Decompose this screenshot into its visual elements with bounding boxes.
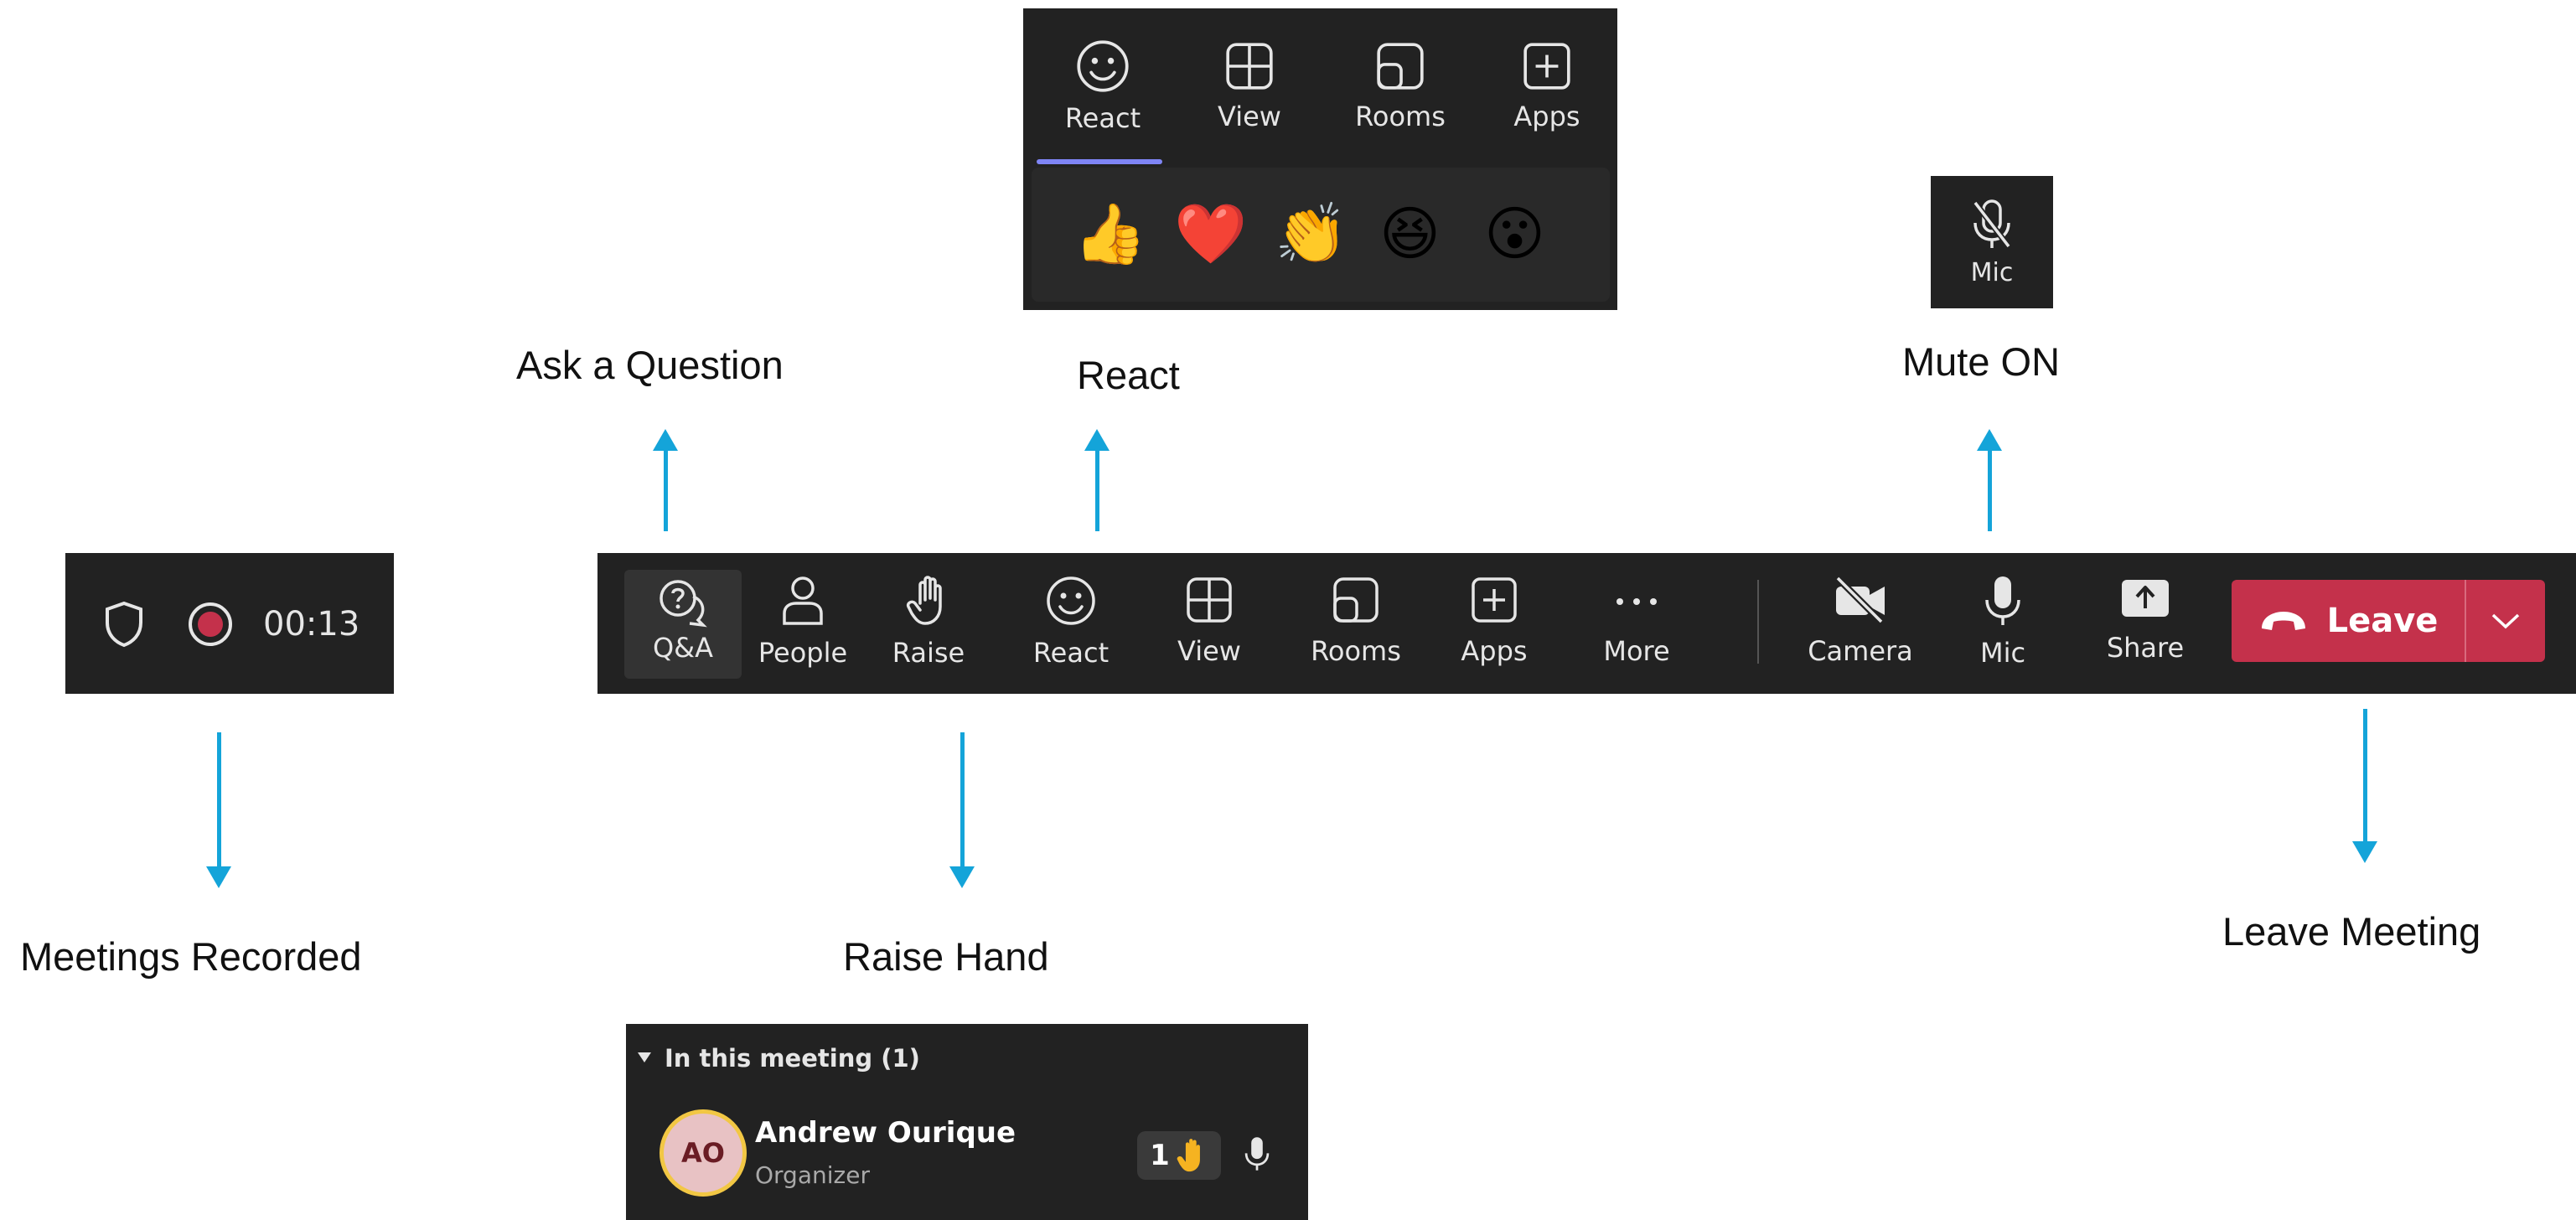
mic-off-icon xyxy=(1973,199,2011,249)
caret-down-icon[interactable] xyxy=(636,1051,653,1064)
emoji-surprised[interactable]: 😮 xyxy=(1484,204,1545,263)
leave-button-group: Leave xyxy=(2232,580,2545,662)
leave-button[interactable]: Leave xyxy=(2232,580,2465,662)
toolbar-people-button[interactable]: People xyxy=(748,553,857,694)
avatar: AO xyxy=(660,1109,747,1197)
emoji-clap[interactable]: 👏 xyxy=(1275,204,1347,263)
mic-icon xyxy=(1985,576,2020,625)
toolbar-camera-button[interactable]: Camera xyxy=(1798,553,1923,694)
rooms-icon xyxy=(1333,577,1379,623)
toolbar-label: React xyxy=(1032,637,1110,669)
label-ask-question: Ask a Question xyxy=(516,343,784,387)
toolbar-label: Q&A xyxy=(652,632,714,664)
qa-icon xyxy=(660,580,707,628)
toolbar-label: Mic xyxy=(1979,637,2026,669)
react-popup-tab-label: View xyxy=(1218,101,1281,132)
react-popup-tab-label: Rooms xyxy=(1355,101,1446,132)
leave-options-button[interactable] xyxy=(2466,580,2545,662)
share-icon xyxy=(2122,580,2169,617)
arrow-mute-on xyxy=(1977,429,2002,531)
record-icon xyxy=(189,602,232,646)
react-popup-tab-react[interactable]: React xyxy=(1048,8,1157,134)
toolbar-label: Camera xyxy=(1808,635,1913,667)
shield-icon xyxy=(106,601,142,648)
plus-square-icon xyxy=(1472,577,1517,623)
rooms-icon xyxy=(1377,43,1424,90)
react-popup-tab-label: Apps xyxy=(1513,101,1580,132)
grid-icon xyxy=(1187,577,1232,623)
toolbar-more-button[interactable]: More xyxy=(1582,553,1691,694)
participants-header[interactable]: In this meeting (1) xyxy=(665,1044,920,1073)
smiley-icon xyxy=(1047,576,1095,625)
toolbar-rooms-button[interactable]: Rooms xyxy=(1297,553,1415,694)
emoji-tray: 👍 ❤️ 👏 😆 😮 xyxy=(1032,168,1610,302)
react-popup-tab-rooms[interactable]: Rooms xyxy=(1342,8,1459,132)
toolbar-label: Rooms xyxy=(1311,635,1401,667)
grid-icon xyxy=(1226,43,1273,90)
toolbar-qa-button[interactable]: Q&A xyxy=(624,570,742,679)
label-react: React xyxy=(1077,353,1180,397)
toolbar-share-button[interactable]: Share xyxy=(2091,553,2200,694)
react-popup-tab-apps[interactable]: Apps xyxy=(1492,8,1601,132)
toolbar-raise-button[interactable]: Raise xyxy=(874,553,983,694)
hand-icon xyxy=(906,576,942,625)
toolbar-mic-button[interactable]: Mic xyxy=(1948,553,2057,694)
emoji-heart[interactable]: ❤️ xyxy=(1174,204,1247,263)
plus-square-icon xyxy=(1523,43,1570,90)
arrow-ask-question xyxy=(653,429,678,531)
toolbar-divider xyxy=(1757,580,1759,664)
participant-role: Organizer xyxy=(755,1161,870,1189)
participant-name[interactable]: Andrew Ourique xyxy=(755,1116,1016,1150)
smiley-icon xyxy=(1077,40,1129,92)
label-raise-hand: Raise Hand xyxy=(843,934,1049,979)
react-popup: React View Rooms Apps 👍 ❤️ 👏 😆 😮 xyxy=(1023,8,1617,310)
phone-hangup-icon xyxy=(2261,612,2305,630)
arrow-meetings-recorded xyxy=(206,732,231,888)
chevron-down-icon xyxy=(2491,613,2520,629)
react-popup-tab-label: React xyxy=(1064,102,1141,134)
label-leave-meeting: Leave Meeting xyxy=(2222,909,2481,954)
label-mute-on: Mute ON xyxy=(1902,339,2061,384)
toolbar-view-button[interactable]: View xyxy=(1155,553,1264,694)
toolbar-label: View xyxy=(1177,635,1241,667)
arrow-raise-hand xyxy=(949,732,975,888)
mic-muted-popup: Mic xyxy=(1931,176,2053,308)
participant-mic-icon xyxy=(1244,1137,1270,1171)
recording-panel: 00:13 xyxy=(65,553,394,694)
arrow-react xyxy=(1084,429,1110,531)
participants-panel: In this meeting (1) AO Andrew Ourique Or… xyxy=(626,1024,1308,1220)
people-icon xyxy=(783,576,823,625)
arrow-leave-meeting xyxy=(2352,709,2377,863)
meeting-toolbar: Q&A People Raise React View Rooms Apps M… xyxy=(597,553,2576,694)
raised-hand-badge: 1 xyxy=(1137,1131,1221,1180)
emoji-thumbs-up[interactable]: 👍 xyxy=(1073,204,1146,263)
camera-off-icon xyxy=(1835,576,1885,624)
toolbar-react-button[interactable]: React xyxy=(1016,553,1125,694)
more-icon xyxy=(1616,598,1657,605)
react-popup-tab-view[interactable]: View xyxy=(1195,8,1304,132)
recording-timer: 00:13 xyxy=(263,605,360,644)
toolbar-label: Share xyxy=(2106,632,2185,664)
label-meetings-recorded: Meetings Recorded xyxy=(20,934,362,979)
toolbar-label: More xyxy=(1603,635,1670,667)
toolbar-label: People xyxy=(758,637,848,669)
raised-hand-icon xyxy=(1177,1139,1200,1172)
mic-popup-label: Mic xyxy=(1970,258,2014,287)
toolbar-label: Raise xyxy=(892,637,965,669)
raised-hand-count: 1 xyxy=(1150,1139,1170,1172)
react-tab-underline xyxy=(1037,159,1162,164)
toolbar-label: Apps xyxy=(1461,635,1528,667)
emoji-laugh[interactable]: 😆 xyxy=(1379,204,1441,263)
leave-label: Leave xyxy=(2326,602,2439,640)
toolbar-apps-button[interactable]: Apps xyxy=(1440,553,1549,694)
